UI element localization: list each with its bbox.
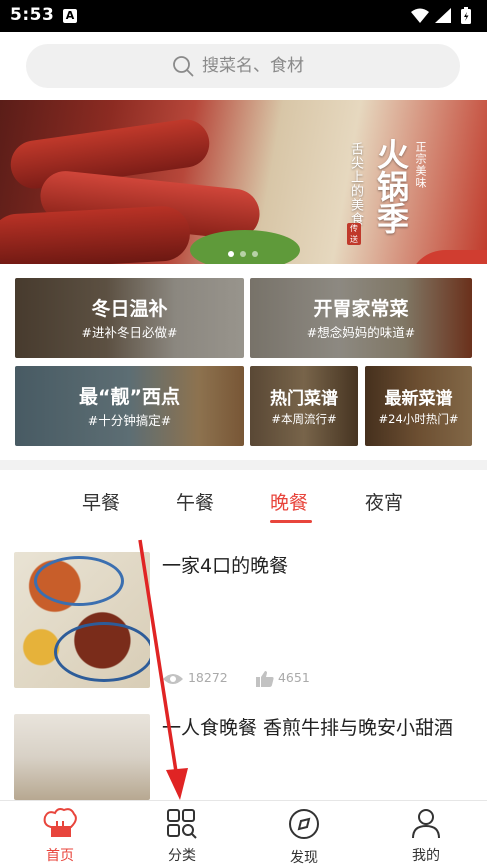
category-title: 热门菜谱 (270, 389, 338, 409)
tab-breakfast[interactable]: 早餐 (82, 488, 120, 515)
recipe-title[interactable]: 一家4口的晚餐 (162, 551, 288, 581)
banner-dot[interactable] (228, 251, 234, 257)
search-placeholder: 搜菜名、食材 (202, 56, 304, 76)
nav-label: 发现 (290, 850, 318, 866)
banner-seal: 传送 (347, 223, 361, 245)
like-count-value: 4651 (277, 670, 310, 685)
search-icon (173, 56, 194, 77)
status-icons (409, 6, 479, 26)
view-count: 18272 (162, 670, 228, 686)
nav-profile[interactable]: 我的 (391, 807, 461, 865)
banner-pagination (228, 242, 264, 261)
recipe-thumbnail[interactable] (14, 552, 150, 688)
nav-home[interactable]: 首页 (25, 807, 95, 865)
category-subtitle: #十分钟搞定# (87, 413, 172, 428)
tab-lunch[interactable]: 午餐 (176, 488, 214, 515)
category-title: 最“靓”西点 (79, 386, 180, 408)
category-subtitle: #进补冬日必做# (81, 325, 178, 340)
category-title: 冬日温补 (91, 298, 168, 320)
notification-icon: A (63, 9, 77, 23)
nav-label: 分类 (168, 848, 196, 864)
battery-icon (461, 7, 471, 24)
user-icon (412, 809, 440, 839)
recipe-thumbnail[interactable] (14, 714, 150, 800)
category-tile-dessert[interactable]: 最“靓”西点 #十分钟搞定# (15, 366, 244, 446)
category-subtitle: #本周流行# (271, 412, 337, 426)
nav-category[interactable]: 分类 (147, 807, 217, 865)
tab-late-night[interactable]: 夜宵 (365, 488, 403, 515)
banner-dot[interactable] (252, 251, 258, 257)
category-subtitle: #想念妈妈的味道# (306, 325, 416, 340)
wifi-icon (411, 8, 429, 23)
banner-side-text: 正宗美味 (414, 141, 427, 189)
bottom-nav: 首页 分类 发现 我的 (0, 800, 487, 867)
grid-search-icon (167, 809, 197, 839)
search-bar: 搜菜名、食材 (0, 32, 487, 100)
compass-icon (289, 809, 319, 839)
banner-image-part (0, 204, 192, 264)
category-tile-popular[interactable]: 热门菜谱 #本周流行# (250, 366, 358, 446)
thumbs-up-icon (256, 670, 274, 687)
banner-title: 火锅季 (372, 138, 410, 234)
nav-discover[interactable]: 发现 (269, 807, 339, 867)
eye-icon (163, 673, 183, 684)
view-count-value: 18272 (187, 670, 228, 685)
hotpot-banner[interactable]: 舌尖上的美食 火锅季 正宗美味 传送 (0, 100, 487, 264)
recipe-title[interactable]: 一人食晚餐 香煎牛排与晚安小甜酒 (162, 713, 462, 743)
section-divider (0, 460, 487, 470)
category-title: 最新菜谱 (384, 389, 453, 409)
tab-dinner[interactable]: 晚餐 (270, 488, 308, 515)
banner-image-part (410, 250, 487, 264)
search-input[interactable]: 搜菜名、食材 (26, 44, 460, 88)
nav-label: 我的 (412, 848, 440, 864)
category-title: 开胃家常菜 (313, 298, 409, 320)
banner-dot[interactable] (240, 251, 246, 257)
chef-hat-icon (43, 808, 77, 837)
signal-icon (435, 8, 451, 23)
category-tile-newest[interactable]: 最新菜谱 #24小时热门# (365, 366, 472, 446)
category-subtitle: #24小时热门# (378, 412, 459, 426)
banner-subtitle: 舌尖上的美食 (348, 142, 363, 226)
nav-label: 首页 (46, 848, 74, 864)
like-count: 4651 (256, 670, 310, 687)
status-bar: 5:53 A (0, 0, 487, 32)
category-tile-home-cooking[interactable]: 开胃家常菜 #想念妈妈的味道# (250, 278, 472, 358)
status-time: 5:53 (10, 5, 55, 25)
active-tab-indicator (270, 520, 312, 523)
category-tile-winter[interactable]: 冬日温补 #进补冬日必做# (15, 278, 244, 358)
